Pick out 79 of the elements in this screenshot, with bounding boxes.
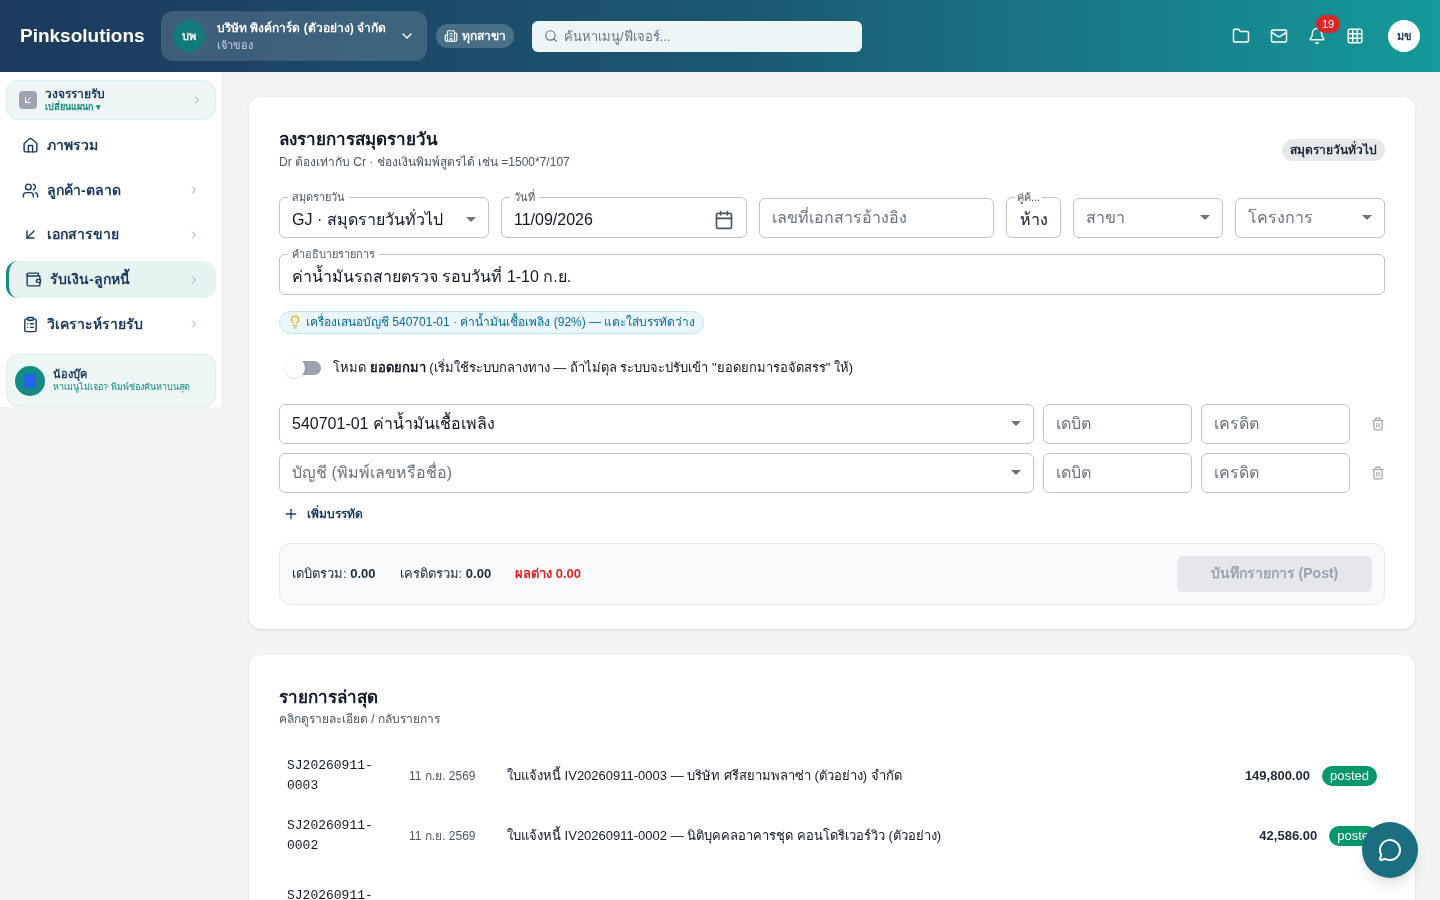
account-select[interactable]: 540701-01 ค่าน้ำมันเชื้อเพลิง bbox=[279, 403, 1034, 444]
journal-badge: สมุดรายวันทั่วไป bbox=[1282, 139, 1385, 161]
journal-select[interactable]: สมุดรายวัน GJ · สมุดรายวันทั่วไป bbox=[279, 190, 489, 238]
debit-field[interactable]: เดบิต bbox=[1043, 452, 1192, 493]
dropdown-caret-icon bbox=[1011, 470, 1021, 475]
department-label: เปลี่ยนแผนก ▾ bbox=[45, 101, 102, 113]
difference-total: ผลต่าง 0.00 bbox=[515, 564, 582, 583]
module-switcher[interactable]: วงจรรายรับ เปลี่ยนแผนก ▾ bbox=[6, 80, 216, 120]
project-select[interactable]: โครงการ bbox=[1235, 197, 1385, 238]
entry-date: 11 ก.ย. 2569 bbox=[409, 768, 477, 785]
wallet-icon bbox=[25, 271, 42, 289]
assistant-hint: หาเมนูไม่เจอ? พิมพ์ช่องค้นหาบนสุด bbox=[53, 381, 190, 394]
entry-description: ใบแจ้งหนี้ IV20260911-0002 — นิติบุคคลอาคารชุด คอนโดริเวอร์วิว (ตัวอย่าง) bbox=[507, 826, 942, 846]
search-icon bbox=[544, 28, 558, 43]
entry-amount: 42,586.00 bbox=[1259, 827, 1318, 846]
chat-icon bbox=[1378, 838, 1402, 862]
book-avatar-icon bbox=[15, 365, 45, 396]
mail-icon[interactable] bbox=[1270, 27, 1288, 45]
branch-select[interactable]: สาขา bbox=[1073, 197, 1223, 238]
user-avatar[interactable]: มข bbox=[1388, 20, 1420, 52]
opening-balance-text: โหมด ยอดยกมา (เริ่มใช้ระบบกลางทาง — ถ้าไม่ดุล ระบบจะปรับเข้า "ยอดยกมารอจัดสรร" ให้) bbox=[333, 358, 854, 378]
debit-field[interactable]: เดบิต bbox=[1043, 403, 1192, 444]
card-title: รายการล่าสุด bbox=[279, 686, 379, 710]
account-select[interactable]: บัญชี (พิมพ์เลขหรือชื่อ) bbox=[279, 452, 1034, 493]
date-field[interactable]: วันที่ 11/09/2026 bbox=[501, 190, 747, 238]
nav-item[interactable]: ลูกค้า-ตลาด bbox=[6, 171, 216, 210]
entry-amount: 149,800.00 bbox=[1244, 767, 1310, 786]
home-icon bbox=[22, 137, 39, 155]
notification-count: 19 bbox=[1316, 15, 1341, 33]
users-icon bbox=[22, 181, 39, 199]
building-icon bbox=[444, 29, 458, 43]
entry-row[interactable]: SJ20260911-0003 11 ก.ย. 2569 ใบแจ้งหนี้ IV20260911-0003 — บริษัท ศรีสยามพลาซ่า (ตัวอย่าง) จำกัด 149,800.00 posted bbox=[279, 756, 1385, 796]
branch-filter[interactable]: ทุกสาขา bbox=[436, 24, 514, 48]
delete-icon[interactable] bbox=[1371, 465, 1385, 480]
credit-total: เครดิตรวม: 0.00 bbox=[399, 564, 492, 583]
dropdown-caret-icon bbox=[466, 217, 476, 222]
org-role: เจ้าของ bbox=[217, 37, 254, 53]
debit-total: เดบิตรวม: 0.00 bbox=[292, 564, 376, 583]
card-title: ลงรายการสมุดรายวัน bbox=[279, 129, 439, 152]
card-subtitle: Dr ต้องเท่ากับ Cr · ช่องเงินพิมพ์สูตรได้ เช่น =1500*7/107 bbox=[279, 153, 570, 171]
lightbulb-icon bbox=[288, 315, 302, 329]
entry-description: ใบแจ้งหนี้ IV20260911-0003 — บริษัท ศรีสยามพลาซ่า (ตัวอย่าง) จำกัด bbox=[507, 766, 902, 786]
module-icon bbox=[19, 90, 37, 109]
folder-icon[interactable] bbox=[1232, 27, 1250, 45]
org-name: บริษัท พิงค์การ์ด (ตัวอย่าง) จำกัด bbox=[217, 19, 387, 37]
entry-code: SJ20260911-0002 bbox=[287, 817, 374, 855]
add-line-button[interactable]: เพิ่มบรรทัด bbox=[279, 504, 367, 523]
partner-field[interactable]: คู่ค้... ห้าง bbox=[1006, 190, 1061, 238]
nav-item[interactable]: ภาพรวม bbox=[6, 126, 216, 165]
dropdown-caret-icon bbox=[1011, 421, 1021, 426]
credit-field[interactable]: เครดิต bbox=[1201, 403, 1350, 444]
search-field[interactable]: ค้นหาเมนู/ฟีเจอร์... bbox=[532, 20, 862, 52]
description-field[interactable]: คำอธิบายรายการ ค่าน้ำมันรถสายตรวจ รอบวันที่ 1-10 ก.ย. bbox=[279, 247, 1385, 295]
assistant-name: น้องบุ๊ค bbox=[53, 368, 87, 382]
brand-name: Pinksolutions bbox=[20, 23, 146, 48]
nav-item[interactable]: เอกสารขาย bbox=[6, 216, 216, 254]
status-badge: posted bbox=[1321, 766, 1377, 786]
dropdown-caret-icon bbox=[1200, 215, 1210, 220]
apps-grid-icon[interactable] bbox=[1346, 27, 1364, 45]
entry-row[interactable]: SJ20260911- bbox=[279, 876, 1385, 900]
opening-balance-toggle[interactable] bbox=[287, 360, 321, 375]
nav-item[interactable]: รับเงิน-ลูกหนี้ bbox=[6, 260, 216, 299]
dropdown-caret-icon bbox=[1362, 215, 1372, 220]
delete-icon[interactable] bbox=[1371, 416, 1385, 431]
credit-field[interactable]: เครดิต bbox=[1201, 452, 1350, 493]
organization-switcher[interactable]: บพ บริษัท พิงค์การ์ด (ตัวอย่าง) จำกัด เจ้าของ bbox=[161, 11, 427, 61]
reference-field[interactable]: เลขที่เอกสารอ้างอิง bbox=[759, 197, 994, 238]
entry-code: SJ20260911- bbox=[287, 887, 374, 900]
assistant-card[interactable]: น้องบุ๊ค หาเมนูไม่เจอ? พิมพ์ช่องค้นหาบนสุด bbox=[6, 354, 216, 407]
org-avatar: บพ bbox=[173, 20, 205, 52]
account-suggestion-chip[interactable]: เครื่องเสนอบัญชี 540701-01 · ค่าน้ำมันเชื้อเพลิง (92%) — แตะใส่บรรทัดว่าง bbox=[279, 310, 705, 334]
notification-bell-icon[interactable] bbox=[1308, 27, 1326, 45]
nav-item[interactable]: วิเคราะห์รายรับ bbox=[6, 305, 216, 344]
card-subtitle: คลิกดูรายละเอียด / กลับรายการ bbox=[279, 711, 441, 728]
clipboard-icon bbox=[22, 315, 39, 333]
module-title: วงจรรายรับ bbox=[45, 86, 106, 101]
entry-code: SJ20260911-0003 bbox=[287, 757, 374, 795]
entry-date: 11 ก.ย. 2569 bbox=[409, 828, 477, 845]
calendar-icon[interactable] bbox=[714, 209, 734, 230]
